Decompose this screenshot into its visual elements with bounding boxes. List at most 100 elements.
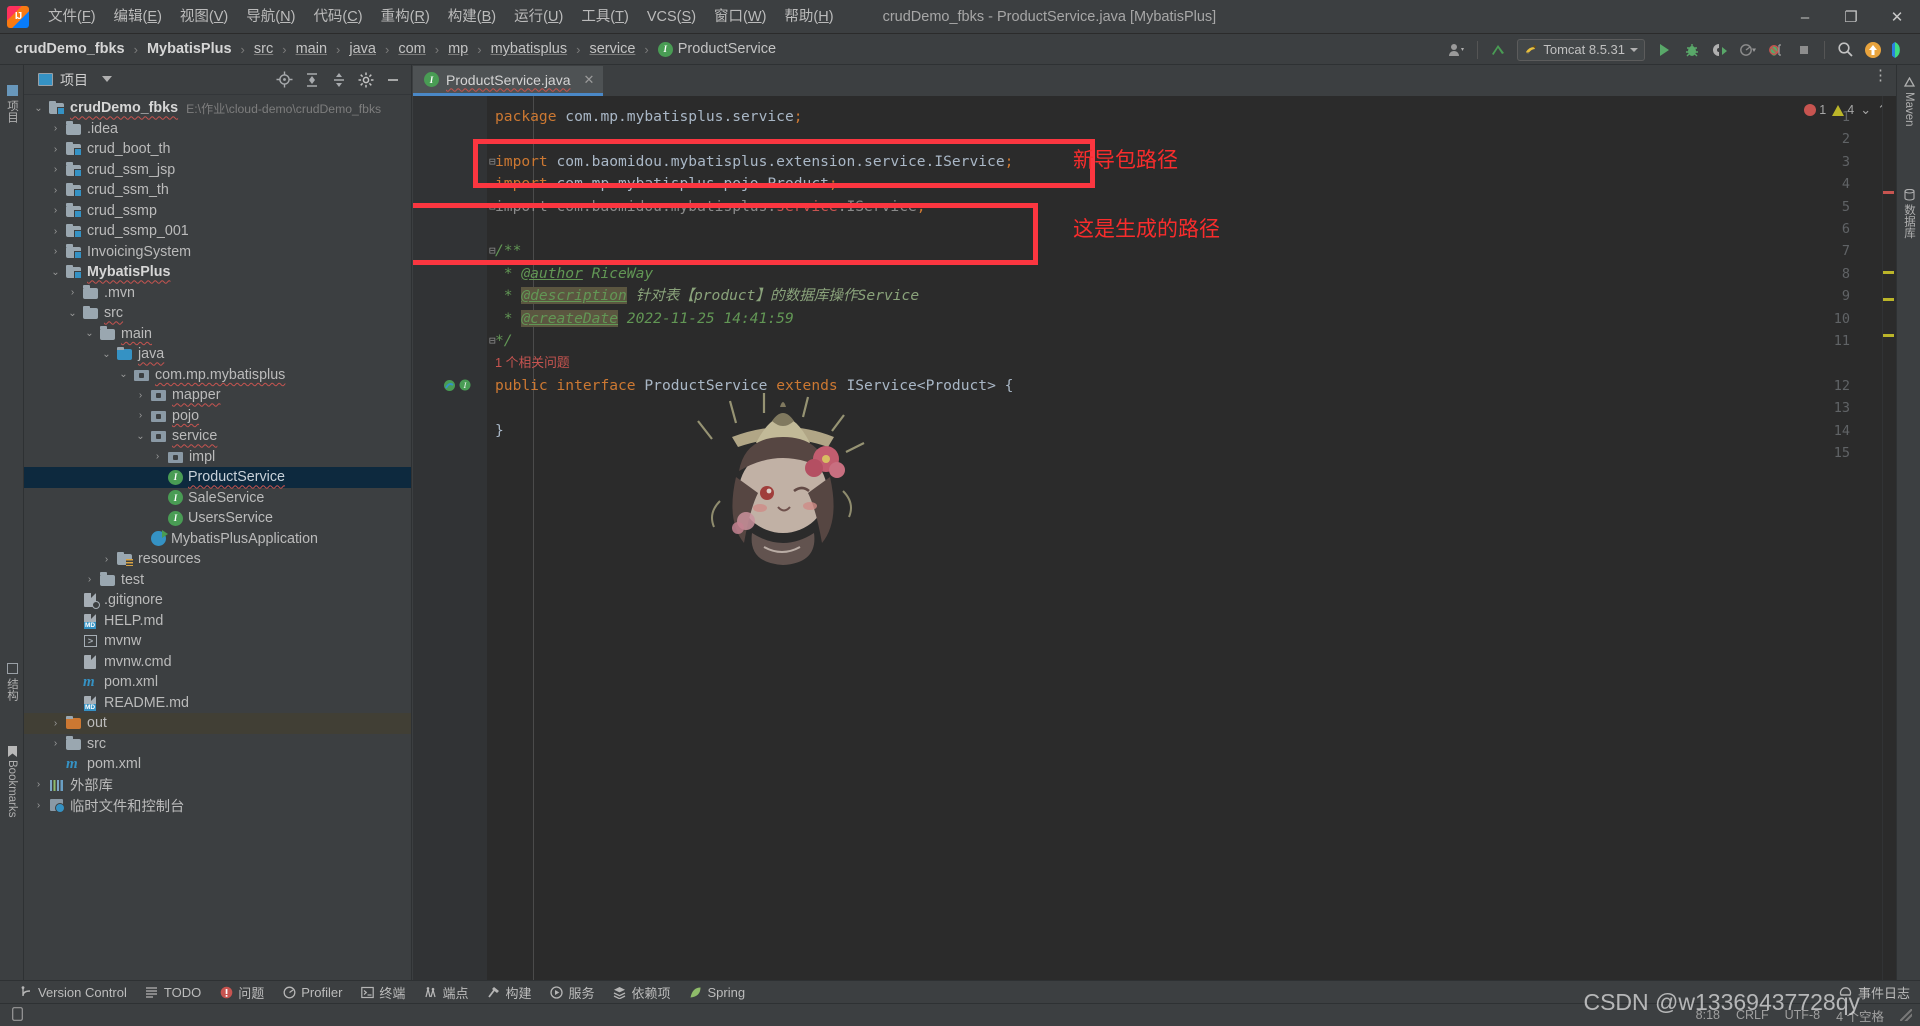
tree-node-crud-ssmp[interactable]: › crud_ssmp xyxy=(24,201,411,222)
tree-node-invoicingsystem[interactable]: › InvoicingSystem xyxy=(24,242,411,263)
tree-node-pojo[interactable]: › pojo xyxy=(24,406,411,427)
close-button[interactable]: ✕ xyxy=(1874,0,1920,34)
tool-window-button-8[interactable]: 依赖项 xyxy=(603,981,679,1004)
updates-arrow-icon[interactable] xyxy=(1485,38,1511,62)
breadcrumb-item-mp[interactable]: mp xyxy=(445,40,471,58)
rail-item-bookmarks[interactable]: Bookmarks xyxy=(0,725,24,837)
tree-node-impl[interactable]: › impl xyxy=(24,447,411,468)
implemented-icon[interactable]: I xyxy=(459,379,472,395)
tool-window-button-0[interactable]: Version Control xyxy=(10,981,136,1004)
user-avatar-icon[interactable] xyxy=(1444,38,1470,62)
tree-node-java[interactable]: ⌄ java xyxy=(24,344,411,365)
breadcrumb-item-java[interactable]: java xyxy=(346,40,379,58)
locate-file-icon[interactable] xyxy=(272,68,297,92)
run-with-coverage-icon[interactable] xyxy=(1707,38,1733,62)
more-vertical-icon[interactable]: ⋮ xyxy=(1873,68,1888,83)
warning-count-badge[interactable]: 4 xyxy=(1832,103,1854,117)
update-project-icon[interactable] xyxy=(1860,38,1886,62)
menu-item-1[interactable]: 编辑(E) xyxy=(105,0,171,34)
chevron-right-icon[interactable]: › xyxy=(49,738,62,749)
tree-node-.mvn[interactable]: › .mvn xyxy=(24,283,411,304)
menu-item-0[interactable]: 文件(F) xyxy=(39,0,105,34)
tree-node-mapper[interactable]: › mapper xyxy=(24,385,411,406)
menu-item-5[interactable]: 重构(R) xyxy=(372,0,439,34)
maximize-button[interactable]: ❐ xyxy=(1828,0,1874,34)
tool-window-button-1[interactable]: TODO xyxy=(136,981,210,1004)
menu-item-8[interactable]: 工具(T) xyxy=(572,0,638,34)
menu-item-9[interactable]: VCS(S) xyxy=(638,0,705,34)
rail-item-maven[interactable]: Maven xyxy=(1897,69,1920,135)
menu-item-3[interactable]: 导航(N) xyxy=(237,0,304,34)
run-icon[interactable] xyxy=(1651,38,1677,62)
inline-inspection-hint[interactable]: 1 个相关问题 xyxy=(495,352,570,374)
breadcrumb-item-src[interactable]: src xyxy=(251,40,276,58)
stripe-marker-warning-2[interactable] xyxy=(1883,298,1894,301)
chevron-down-icon[interactable]: ⌄ xyxy=(83,328,96,339)
tool-window-button-9[interactable]: Spring xyxy=(680,981,755,1004)
chevron-down-icon[interactable]: ⌄ xyxy=(32,103,45,114)
chevron-right-icon[interactable]: › xyxy=(100,554,113,565)
tree-node-crud-ssm-th[interactable]: › crud_ssm_th xyxy=(24,180,411,201)
tree-node--[interactable]: › 临时文件和控制台 xyxy=(24,795,411,816)
tree-node-test[interactable]: › test xyxy=(24,570,411,591)
tree-node-.idea[interactable]: › .idea xyxy=(24,119,411,140)
tree-node-out[interactable]: › out xyxy=(24,713,411,734)
chevron-right-icon[interactable]: › xyxy=(49,144,62,155)
line-separator[interactable]: CRLF xyxy=(1736,1008,1769,1022)
tree-node-cruddemo-fbks[interactable]: ⌄ crudDemo_fbks E:\作业\cloud-demo\crudDemo_… xyxy=(24,98,411,119)
breadcrumb-item-productservice[interactable]: I ProductService xyxy=(655,40,779,58)
editor-gutter[interactable] xyxy=(413,96,487,980)
code-editor[interactable]: 1 2 3 ⊟ 4 5 ⊟ 6 7 ⊟ 8 9 10 11 ⊟ 12 I 13 14 15 package com.m… xyxy=(413,96,1896,980)
tool-window-button-4[interactable]: 终端 xyxy=(351,981,414,1004)
chevron-down-icon[interactable] xyxy=(94,68,119,92)
tree-node-src[interactable]: ⌄ src xyxy=(24,303,411,324)
memory-indicator-icon[interactable] xyxy=(0,1006,23,1024)
tree-node-readme.md[interactable]: MD README.md xyxy=(24,693,411,714)
chevron-right-icon[interactable]: › xyxy=(134,390,147,401)
tree-node-help.md[interactable]: MD HELP.md xyxy=(24,611,411,632)
debug-icon[interactable] xyxy=(1679,38,1705,62)
gear-icon[interactable] xyxy=(353,68,378,92)
event-log-button[interactable]: 事件日志 xyxy=(1830,981,1910,1004)
tree-node-src[interactable]: › src xyxy=(24,734,411,755)
inherited-icon[interactable] xyxy=(443,379,456,395)
chevron-right-icon[interactable]: › xyxy=(32,779,45,790)
resize-grip[interactable] xyxy=(1900,1009,1912,1021)
tree-node-usersservice[interactable]: I UsersService xyxy=(24,508,411,529)
tree-node-main[interactable]: ⌄ main xyxy=(24,324,411,345)
error-count-badge[interactable]: 1 xyxy=(1804,103,1826,117)
menu-item-4[interactable]: 代码(C) xyxy=(304,0,371,34)
stripe-marker-warning-3[interactable] xyxy=(1883,334,1894,337)
tree-node-.gitignore[interactable]: .gitignore xyxy=(24,590,411,611)
close-icon[interactable]: ✕ xyxy=(584,72,595,88)
tree-node-crud-ssmp-001[interactable]: › crud_ssmp_001 xyxy=(24,221,411,242)
tool-window-button-2[interactable]: 问题 xyxy=(210,981,273,1004)
chevron-right-icon[interactable]: › xyxy=(66,287,79,298)
hide-panel-icon[interactable] xyxy=(380,68,405,92)
breadcrumb-item-mybatisplus[interactable]: MybatisPlus xyxy=(144,40,235,58)
tool-window-button-3[interactable]: Profiler xyxy=(273,981,351,1004)
indent-setting[interactable]: 4 个空格 xyxy=(1836,1006,1884,1025)
chevron-right-icon[interactable]: › xyxy=(134,410,147,421)
chevron-right-icon[interactable]: › xyxy=(49,226,62,237)
analysis-stripe[interactable] xyxy=(1882,96,1896,980)
menu-item-10[interactable]: 窗口(W) xyxy=(705,0,775,34)
tree-node-saleservice[interactable]: I SaleService xyxy=(24,488,411,509)
tree-node-resources[interactable]: › resources xyxy=(24,549,411,570)
tree-node-mvnw[interactable]: > mvnw xyxy=(24,631,411,652)
search-everywhere-icon[interactable] xyxy=(1832,38,1858,62)
file-encoding[interactable]: UTF-8 xyxy=(1785,1008,1820,1022)
tree-node-pom.xml[interactable]: m pom.xml xyxy=(24,754,411,775)
menu-item-11[interactable]: 帮助(H) xyxy=(775,0,842,34)
run-configuration-selector[interactable]: Tomcat 8.5.31 xyxy=(1517,38,1645,61)
chevron-down-icon[interactable]: ⌄ xyxy=(117,369,130,380)
stripe-marker-warning[interactable] xyxy=(1883,271,1894,274)
chevron-right-icon[interactable]: › xyxy=(49,205,62,216)
caret-position[interactable]: 8:18 xyxy=(1696,1008,1720,1022)
breadcrumb-item-service[interactable]: service xyxy=(586,40,638,58)
rail-item-structure[interactable]: 结构 xyxy=(0,645,24,719)
chevron-right-icon[interactable]: › xyxy=(49,718,62,729)
collapse-all-icon[interactable] xyxy=(326,68,351,92)
tree-node-com.mp.mybatisplus[interactable]: ⌄ com.mp.mybatisplus xyxy=(24,365,411,386)
tree-node-crud-ssm-jsp[interactable]: › crud_ssm_jsp xyxy=(24,160,411,181)
